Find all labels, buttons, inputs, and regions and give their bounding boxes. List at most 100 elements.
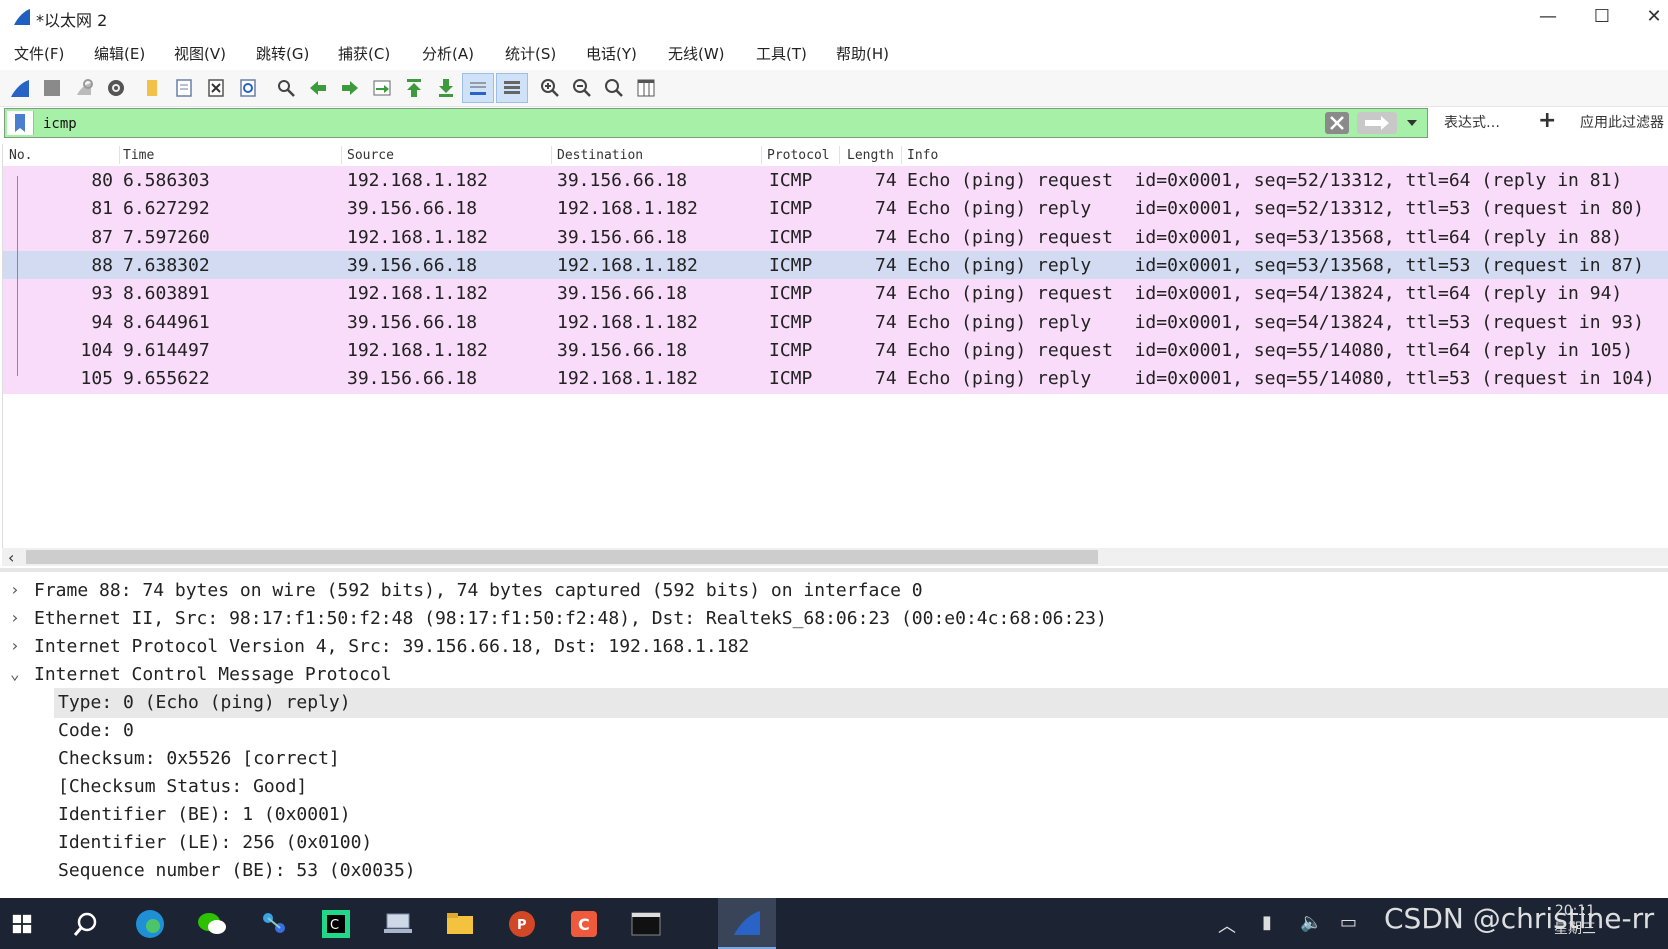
taskbar-clock[interactable]: 20:11 星期三 bbox=[1554, 902, 1596, 938]
pane-splitter[interactable] bbox=[0, 568, 1668, 572]
icmp-field-checksum[interactable]: Checksum: 0x5526 [correct] bbox=[0, 744, 1668, 774]
resize-columns-button[interactable] bbox=[634, 76, 658, 100]
packet-row[interactable]: 93 8.603891 192.168.1.182 39.156.66.18 ICMP 7… bbox=[3, 279, 1668, 310]
packet-row[interactable]: 104 9.614497 192.168.1.182 39.156.66.18 ICMP… bbox=[3, 335, 1668, 366]
chevron-right-icon[interactable]: › bbox=[10, 608, 20, 627]
chevron-right-icon[interactable]: › bbox=[10, 636, 20, 655]
zoom-reset-button[interactable] bbox=[602, 76, 626, 100]
start-button[interactable] bbox=[2, 904, 42, 944]
taskbar-app-2[interactable] bbox=[378, 904, 418, 944]
tray-network-icon[interactable]: ▭ bbox=[1340, 912, 1357, 933]
taskbar-wechat[interactable] bbox=[192, 904, 232, 944]
autoscroll-toggle[interactable] bbox=[462, 73, 494, 103]
column-separator[interactable] bbox=[839, 146, 840, 164]
taskbar-search-button[interactable] bbox=[66, 904, 106, 944]
menu-statistics[interactable]: 统计(S) bbox=[505, 43, 556, 64]
scroll-left-arrow-icon[interactable]: ‹ bbox=[8, 548, 14, 567]
close-button[interactable]: ✕ bbox=[1634, 4, 1668, 30]
tray-usb-icon[interactable]: ▮ bbox=[1262, 912, 1272, 933]
tree-item-ethernet[interactable]: › Ethernet II, Src: 98:17:f1:50:f2:48 (9… bbox=[0, 604, 1668, 634]
taskbar-app[interactable] bbox=[254, 904, 294, 944]
taskbar-file-explorer[interactable] bbox=[440, 904, 480, 944]
column-header-length[interactable]: Length bbox=[847, 148, 894, 163]
column-header-time[interactable]: Time bbox=[123, 148, 154, 163]
stop-capture-button[interactable] bbox=[40, 76, 64, 100]
column-header-info[interactable]: Info bbox=[907, 148, 938, 163]
packet-row[interactable]: 88 7.638302 39.156.66.18 192.168.1.182 ICMP 7… bbox=[3, 250, 1668, 281]
taskbar-app-3[interactable]: C bbox=[564, 904, 604, 944]
expression-button[interactable]: 表达式… bbox=[1444, 112, 1500, 132]
tree-item-icmp[interactable]: ⌄ Internet Control Message Protocol bbox=[0, 660, 1668, 690]
menu-telephony[interactable]: 电话(Y) bbox=[586, 43, 637, 64]
menu-capture[interactable]: 捕获(C) bbox=[338, 43, 390, 64]
reload-file-button[interactable] bbox=[236, 76, 260, 100]
column-separator[interactable] bbox=[341, 146, 342, 164]
chevron-right-icon[interactable]: › bbox=[10, 580, 20, 599]
column-separator[interactable] bbox=[901, 146, 902, 164]
taskbar-terminal[interactable] bbox=[626, 904, 666, 944]
icmp-field-type[interactable]: Type: 0 (Echo (ping) reply) bbox=[54, 688, 1668, 718]
column-header-source[interactable]: Source bbox=[347, 148, 394, 163]
apply-this-filter-button[interactable]: 应用此过滤器 bbox=[1580, 112, 1664, 132]
packet-list-hscrollbar[interactable]: ‹ bbox=[2, 548, 1668, 567]
clear-filter-button[interactable] bbox=[1325, 112, 1349, 134]
menu-wireless[interactable]: 无线(W) bbox=[668, 43, 725, 64]
column-separator[interactable] bbox=[551, 146, 552, 164]
colorize-toggle[interactable] bbox=[496, 73, 528, 103]
column-separator[interactable] bbox=[761, 146, 762, 164]
menu-go[interactable]: 跳转(G) bbox=[256, 43, 309, 64]
open-file-button[interactable] bbox=[140, 76, 164, 100]
column-header-no[interactable]: No. bbox=[9, 148, 32, 163]
search-icon bbox=[278, 80, 295, 97]
menu-edit[interactable]: 编辑(E) bbox=[94, 43, 145, 64]
chevron-down-icon[interactable]: ⌄ bbox=[10, 664, 20, 683]
icmp-field-sequence-be[interactable]: Sequence number (BE): 53 (0x0035) bbox=[0, 856, 1668, 886]
restart-capture-button[interactable] bbox=[72, 76, 96, 100]
menu-view[interactable]: 视图(V) bbox=[174, 43, 226, 64]
apply-filter-button[interactable] bbox=[1357, 112, 1397, 134]
zoom-out-button[interactable] bbox=[570, 76, 594, 100]
taskbar-wireshark[interactable] bbox=[718, 898, 776, 949]
packet-row[interactable]: 105 9.655622 39.156.66.18 192.168.1.182 ICMP… bbox=[3, 364, 1668, 395]
packet-row[interactable]: 81 6.627292 39.156.66.18 192.168.1.182 ICMP 7… bbox=[3, 194, 1668, 225]
zoom-in-button[interactable] bbox=[538, 76, 562, 100]
packet-row[interactable]: 80 6.586303 192.168.1.182 39.156.66.18 ICMP 7… bbox=[3, 166, 1668, 196]
capture-options-button[interactable] bbox=[104, 76, 128, 100]
menu-file[interactable]: 文件(F) bbox=[14, 43, 64, 64]
packet-row[interactable]: 87 7.597260 192.168.1.182 39.156.66.18 ICMP 7… bbox=[3, 222, 1668, 253]
go-last-packet-button[interactable] bbox=[434, 76, 458, 100]
packet-row[interactable]: 94 8.644961 39.156.66.18 192.168.1.182 ICMP 7… bbox=[3, 307, 1668, 338]
add-filter-button[interactable]: + bbox=[1538, 108, 1556, 133]
filter-history-dropdown[interactable] bbox=[1401, 112, 1423, 134]
close-file-button[interactable] bbox=[204, 76, 228, 100]
go-to-packet-button[interactable] bbox=[370, 76, 394, 100]
maximize-button[interactable]: ☐ bbox=[1582, 4, 1622, 30]
tree-item-frame[interactable]: › Frame 88: 74 bytes on wire (592 bits),… bbox=[0, 576, 1668, 606]
column-header-protocol[interactable]: Protocol bbox=[767, 148, 830, 163]
icmp-field-identifier-be[interactable]: Identifier (BE): 1 (0x0001) bbox=[0, 800, 1668, 830]
tray-volume-icon[interactable]: 🔈 bbox=[1300, 912, 1322, 933]
taskbar-powerpoint[interactable]: P bbox=[502, 904, 542, 944]
column-header-destination[interactable]: Destination bbox=[557, 148, 643, 163]
column-separator[interactable] bbox=[119, 146, 120, 164]
filter-bookmark-button[interactable] bbox=[7, 111, 34, 135]
go-forward-button[interactable] bbox=[338, 76, 362, 100]
go-first-packet-button[interactable] bbox=[402, 76, 426, 100]
tree-item-ip[interactable]: › Internet Protocol Version 4, Src: 39.1… bbox=[0, 632, 1668, 662]
taskbar-pycharm[interactable]: C bbox=[316, 904, 356, 944]
scrollbar-thumb[interactable] bbox=[26, 550, 1098, 564]
taskbar-edge[interactable] bbox=[130, 904, 170, 944]
display-filter-input[interactable] bbox=[41, 111, 1325, 137]
icmp-field-checksum-status[interactable]: [Checksum Status: Good] bbox=[0, 772, 1668, 802]
icmp-field-code[interactable]: Code: 0 bbox=[0, 716, 1668, 746]
icmp-field-identifier-le[interactable]: Identifier (LE): 256 (0x0100) bbox=[0, 828, 1668, 858]
minimize-button[interactable]: — bbox=[1528, 4, 1568, 30]
start-capture-button[interactable] bbox=[8, 76, 32, 100]
go-back-button[interactable] bbox=[306, 76, 330, 100]
menu-analyze[interactable]: 分析(A) bbox=[422, 43, 474, 64]
tray-chevron-up-icon[interactable]: ︿ bbox=[1218, 912, 1236, 938]
menu-tools[interactable]: 工具(T) bbox=[756, 43, 807, 64]
menu-help[interactable]: 帮助(H) bbox=[836, 43, 889, 64]
save-file-button[interactable] bbox=[172, 76, 196, 100]
find-packet-button[interactable] bbox=[274, 76, 298, 100]
